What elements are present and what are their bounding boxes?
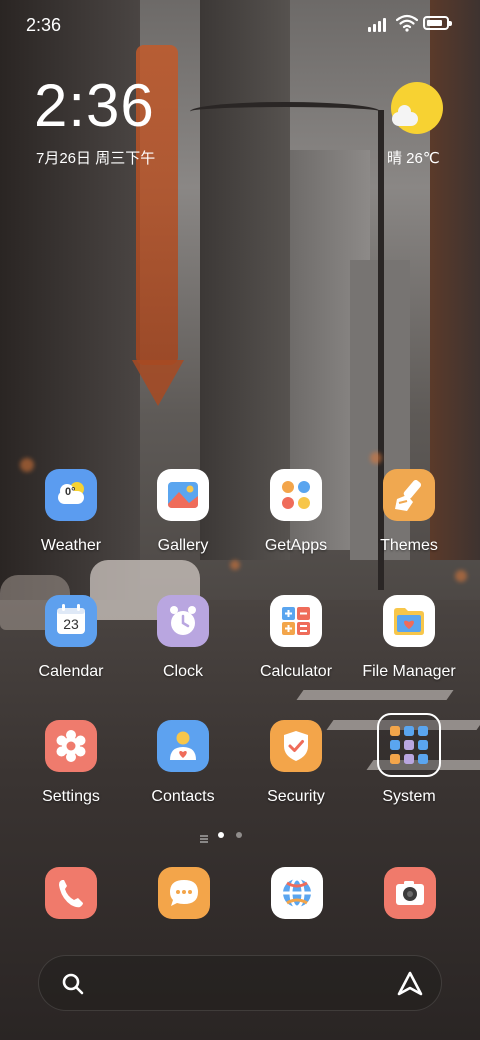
browser-globe-icon[interactable]: [271, 867, 323, 919]
search-icon[interactable]: [61, 972, 85, 996]
app-getapps[interactable]: GetApps: [241, 469, 351, 555]
app-label: Gallery: [157, 537, 209, 554]
assistant-icon[interactable]: [395, 970, 425, 998]
battery-level: [427, 20, 443, 26]
app-calculator[interactable]: Calculator: [241, 595, 351, 681]
app-label: Clock: [162, 663, 203, 680]
getapps-icon: [270, 469, 322, 521]
app-contacts[interactable]: Contacts: [128, 720, 238, 806]
signal-icon: [368, 16, 390, 32]
app-label: Weather: [40, 537, 102, 554]
page-indicator[interactable]: [200, 829, 280, 843]
message-bubble-icon[interactable]: [158, 867, 210, 919]
search-bar[interactable]: [38, 955, 442, 1011]
app-security[interactable]: Security: [241, 720, 351, 806]
wallpaper-lamp-arm: [190, 102, 380, 121]
weather-widget-text[interactable]: 晴 26℃: [387, 147, 440, 168]
app-label: Security: [267, 788, 325, 805]
app-label: File Manager: [362, 663, 456, 680]
weather-icon: 0°: [45, 469, 97, 521]
page-dot: [236, 832, 242, 838]
calculator-icon: [270, 595, 322, 647]
gear-icon: [45, 720, 97, 772]
phone-icon[interactable]: [45, 867, 97, 919]
app-label: Themes: [380, 537, 438, 554]
app-gallery[interactable]: Gallery: [128, 469, 238, 555]
app-settings[interactable]: Settings: [16, 720, 126, 806]
weather-icon-temp: 0°: [65, 486, 76, 498]
contact-person-icon: [157, 720, 209, 772]
alarm-clock-icon: [157, 595, 209, 647]
shield-icon: [270, 720, 322, 772]
status-bar: 2:36: [0, 0, 480, 50]
wallpaper-light: [370, 452, 382, 464]
wifi-icon: [396, 14, 418, 32]
gallery-icon: [157, 469, 209, 521]
app-label: Contacts: [151, 788, 215, 805]
weather-cloud-shape: [392, 105, 418, 126]
app-label: GetApps: [264, 537, 328, 554]
app-label: Calculator: [259, 663, 333, 680]
app-weather[interactable]: 0° Weather: [16, 469, 126, 555]
menu-lines-icon: [200, 830, 208, 848]
app-label: Settings: [42, 788, 100, 805]
app-file-manager[interactable]: File Manager: [354, 595, 464, 681]
wallpaper-sign-tip: [132, 360, 184, 406]
clock-widget-time[interactable]: 2:36: [34, 76, 155, 136]
app-calendar[interactable]: 23 Calendar: [16, 595, 126, 681]
themes-brush-icon: [383, 469, 435, 521]
status-time: 2:36: [26, 15, 62, 35]
battery-icon: [423, 16, 452, 30]
app-label: System: [382, 788, 436, 805]
folder-icon: [383, 595, 435, 647]
app-label: Calendar: [38, 663, 104, 680]
app-clock[interactable]: Clock: [128, 595, 238, 681]
calendar-icon-day: 23: [63, 616, 79, 632]
wallpaper-light: [230, 560, 240, 570]
app-themes[interactable]: Themes: [354, 469, 464, 555]
wallpaper-crosswalk-stripe: [296, 690, 454, 700]
folder-grid-icon: [377, 713, 441, 777]
wallpaper-light: [455, 570, 467, 582]
app-folder-system[interactable]: System: [354, 713, 464, 806]
page-dot-active: [218, 832, 224, 838]
camera-icon[interactable]: [384, 867, 436, 919]
calendar-icon: 23: [45, 595, 97, 647]
clock-widget-date[interactable]: 7月26日 周三下午: [36, 147, 155, 168]
